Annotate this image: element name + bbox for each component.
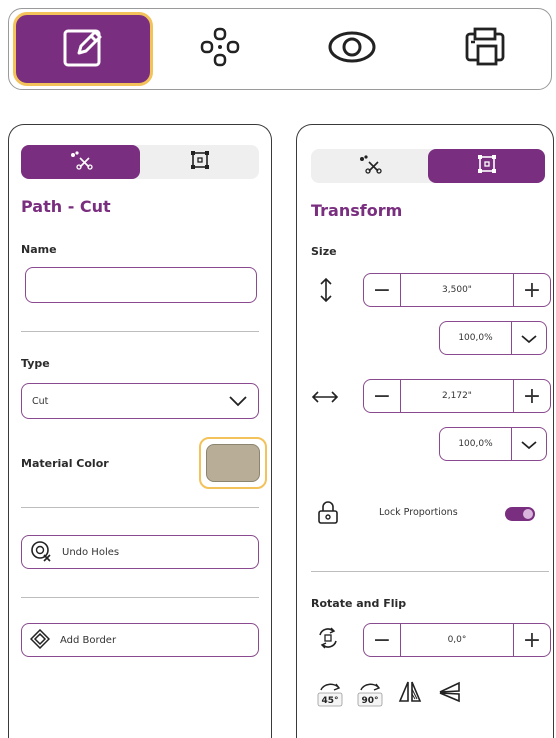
- rotation-stepper: − 0,0° +: [363, 623, 551, 657]
- lock-proportions-label: Lock Proportions: [379, 507, 458, 518]
- name-input[interactable]: [25, 267, 257, 303]
- tab-cut-path[interactable]: [311, 149, 428, 183]
- tab-transform[interactable]: [140, 145, 259, 179]
- panel-title: Transform: [311, 201, 403, 220]
- flip-horizontal-icon: [397, 679, 423, 709]
- arrange-icon: [197, 24, 243, 74]
- rotate-flip-label: Rotate and Flip: [311, 597, 407, 610]
- chevron-down-icon: [228, 392, 248, 411]
- undo-holes-icon: [30, 540, 52, 565]
- lock-icon: [317, 501, 339, 529]
- type-label: Type: [21, 357, 50, 370]
- divider: [21, 597, 259, 598]
- width-percent-value: 100,0%: [440, 428, 512, 460]
- flip-horizontal-button[interactable]: [393, 679, 427, 709]
- size-label: Size: [311, 245, 337, 258]
- undo-holes-button[interactable]: Undo Holes: [21, 535, 259, 569]
- name-label: Name: [21, 243, 57, 256]
- output-tool-button[interactable]: [419, 11, 552, 87]
- main-toolbar: [8, 8, 552, 90]
- height-decrement-button[interactable]: −: [364, 274, 400, 306]
- add-border-button[interactable]: Add Border: [21, 623, 259, 657]
- transform-panel: Transform Size − 3,500" + 100,0% − 2,172…: [296, 124, 554, 738]
- printer-icon: [462, 24, 508, 74]
- height-percent-value: 100,0%: [440, 322, 512, 354]
- arrange-tool-button[interactable]: [153, 11, 286, 87]
- add-border-icon: [29, 628, 51, 652]
- height-percent-select[interactable]: 100,0%: [439, 321, 547, 355]
- rotation-increment-button[interactable]: +: [514, 624, 550, 656]
- height-stepper: − 3,500" +: [363, 273, 551, 307]
- path-properties-panel: Path - Cut Name Type Cut Material Color …: [8, 124, 272, 738]
- type-select[interactable]: Cut: [21, 383, 259, 419]
- transform-icon: [476, 153, 498, 179]
- edit-icon: [59, 23, 107, 75]
- width-increment-button[interactable]: +: [514, 380, 550, 412]
- cut-path-icon: [67, 150, 95, 174]
- material-color-label: Material Color: [21, 457, 109, 470]
- width-arrow-icon: [311, 389, 339, 408]
- undo-holes-label: Undo Holes: [62, 546, 120, 558]
- rotate-90-button[interactable]: 90°: [353, 679, 387, 709]
- material-color-swatch-button[interactable]: [199, 437, 267, 489]
- right-panel-tabs: [311, 149, 545, 183]
- preview-tool-button[interactable]: [286, 11, 419, 87]
- rotation-decrement-button[interactable]: −: [364, 624, 400, 656]
- add-border-label: Add Border: [60, 634, 117, 646]
- chevron-down-icon: [520, 435, 538, 454]
- width-percent-select[interactable]: 100,0%: [439, 427, 547, 461]
- transform-icon: [189, 149, 211, 175]
- material-color-swatch: [206, 444, 260, 482]
- rotation-value-input[interactable]: 0,0°: [400, 624, 514, 656]
- lock-proportions-toggle[interactable]: [505, 507, 535, 521]
- divider: [311, 571, 549, 572]
- flip-vertical-icon: [437, 679, 463, 709]
- rotate-45-label: 45°: [321, 696, 338, 706]
- divider: [21, 331, 259, 332]
- width-decrement-button[interactable]: −: [364, 380, 400, 412]
- rotate-45-button[interactable]: 45°: [313, 679, 347, 709]
- tab-transform[interactable]: [428, 149, 545, 183]
- left-panel-tabs: [21, 145, 259, 179]
- width-stepper: − 2,172" +: [363, 379, 551, 413]
- cut-path-icon: [356, 154, 384, 178]
- type-select-value: Cut: [32, 395, 49, 407]
- height-increment-button[interactable]: +: [514, 274, 550, 306]
- height-value-input[interactable]: 3,500": [400, 274, 514, 306]
- edit-tool-button[interactable]: [13, 12, 154, 86]
- flip-vertical-button[interactable]: [433, 679, 467, 709]
- width-value-input[interactable]: 2,172": [400, 380, 514, 412]
- panel-title: Path - Cut: [21, 197, 111, 216]
- divider: [21, 507, 259, 508]
- rotate-icon: [315, 625, 341, 655]
- rotate-90-label: 90°: [361, 696, 378, 706]
- height-arrow-icon: [319, 277, 333, 307]
- chevron-down-icon: [520, 329, 538, 348]
- eye-icon: [327, 27, 377, 71]
- tab-cut-path[interactable]: [21, 145, 140, 179]
